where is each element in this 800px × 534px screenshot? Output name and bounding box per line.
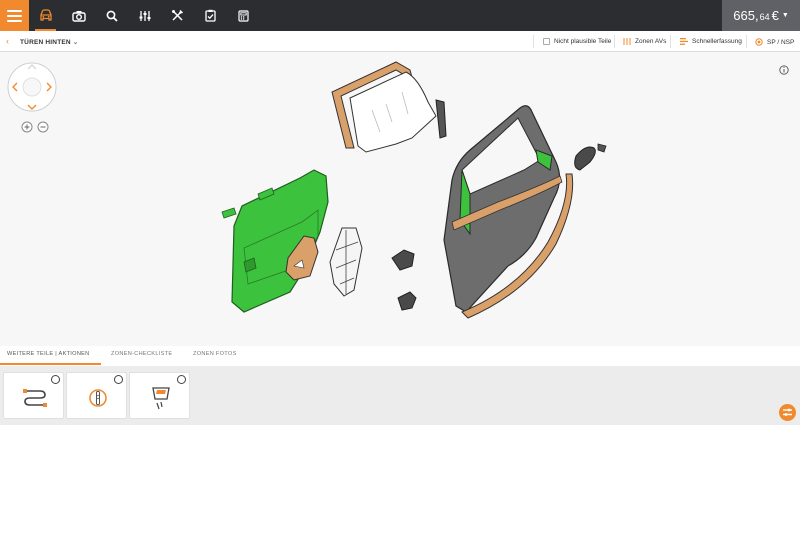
filter-fab-icon[interactable] — [779, 404, 796, 421]
zoom-out-icon[interactable] — [37, 121, 49, 133]
empty-content-area — [0, 425, 800, 534]
zone-title: TÜREN HINTEN — [20, 39, 71, 46]
quick-entry-button[interactable]: Schnellerfassung — [680, 38, 742, 45]
tab-zone-checklist[interactable]: ZONEN-CHECKLISTE — [111, 351, 172, 357]
bottom-tabs: WEITERE TEILE | AKTIONEN ZONEN-CHECKLIST… — [0, 346, 800, 366]
door-lock[interactable] — [391, 249, 415, 271]
zones-icon — [623, 38, 631, 45]
top-bar: 665, 64 € ▼ — [0, 0, 800, 31]
door-remove-icon — [151, 387, 170, 410]
fastener-icon — [88, 389, 107, 407]
lock-bracket[interactable] — [397, 291, 417, 311]
action-card-cable[interactable] — [3, 372, 64, 419]
cable-icon — [22, 389, 47, 407]
zone-toolbar: ‹ TÜREN HINTEN ⌄ Nicht plausible Teile Zo… — [0, 31, 800, 52]
active-tab-indicator — [0, 363, 101, 365]
clipboard-icon[interactable] — [194, 0, 227, 31]
sp-nsp-label: SP / NSP — [767, 38, 795, 46]
door-handle[interactable] — [574, 146, 596, 171]
action-card-fastener[interactable] — [66, 372, 127, 419]
total-price-dropdown[interactable]: 665, 64 € ▼ — [722, 0, 800, 31]
car-icon[interactable] — [29, 0, 62, 31]
calculator-icon[interactable] — [227, 0, 260, 31]
target-icon — [755, 38, 763, 46]
tab-zone-photos[interactable]: ZONEN FOTOS — [193, 351, 237, 357]
tab-more-parts-actions[interactable]: WEITERE TEILE | AKTIONEN — [7, 351, 90, 357]
chevron-down-icon: ▼ — [781, 12, 789, 19]
info-icon[interactable] — [779, 65, 789, 75]
menu-icon[interactable] — [0, 0, 29, 31]
quick-entry-icon — [680, 38, 688, 45]
zones-avs-label: Zonen AVs — [635, 38, 667, 45]
divider — [533, 35, 534, 48]
action-cards — [0, 366, 800, 425]
price-cents: 64 — [759, 11, 770, 22]
implausible-parts-checkbox[interactable] — [543, 38, 550, 45]
implausible-parts-toggle[interactable]: Nicht plausible Teile — [543, 38, 611, 45]
implausible-parts-label: Nicht plausible Teile — [554, 38, 612, 45]
zones-avs-button[interactable]: Zonen AVs — [623, 38, 666, 45]
clip-part[interactable] — [221, 207, 237, 219]
zone-selector[interactable]: TÜREN HINTEN ⌄ — [20, 38, 78, 46]
divider — [746, 35, 747, 48]
chevron-down-icon: ⌄ — [72, 39, 79, 46]
camera-icon[interactable] — [62, 0, 95, 31]
back-chevron-icon[interactable]: ‹ — [6, 36, 9, 46]
parts-viewer[interactable] — [0, 52, 800, 346]
quick-entry-label: Schnellerfassung — [692, 38, 742, 45]
navigation-pad[interactable] — [7, 62, 57, 112]
price-main: 665, — [733, 8, 759, 23]
tools-icon[interactable] — [161, 0, 194, 31]
action-card-door-remove[interactable] — [129, 372, 190, 419]
divider — [670, 35, 671, 48]
search-icon[interactable] — [95, 0, 128, 31]
sliders-icon[interactable] — [128, 0, 161, 31]
window-trim[interactable] — [435, 99, 447, 139]
divider — [614, 35, 615, 48]
price-currency: € — [771, 8, 779, 23]
zoom-in-icon[interactable] — [21, 121, 33, 133]
sp-nsp-button[interactable]: SP / NSP — [755, 38, 794, 46]
